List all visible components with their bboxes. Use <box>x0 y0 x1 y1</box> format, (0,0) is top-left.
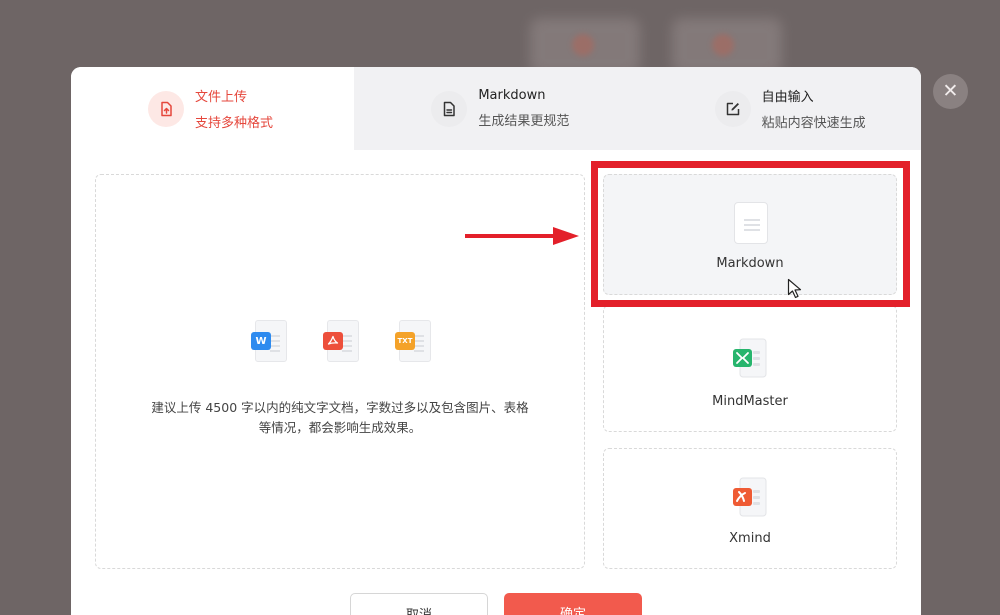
cancel-button[interactable]: 取消 <box>350 593 488 615</box>
tab-bar: 文件上传 支持多种格式 Markdown 生成结果更规范 自由输入 粘贴内容快速… <box>71 67 921 150</box>
format-option-xmind[interactable]: Xmind <box>603 448 897 569</box>
background-icon <box>572 34 594 56</box>
confirm-button[interactable]: 确定 <box>504 593 642 615</box>
tab-free-input[interactable]: 自由输入 粘贴内容快速生成 <box>637 67 921 150</box>
pdf-file-icon <box>319 320 361 364</box>
format-option-mindmaster[interactable]: MindMaster <box>603 305 897 432</box>
xmind-file-icon <box>730 477 770 521</box>
tab-subtitle: 粘贴内容快速生成 <box>761 116 866 131</box>
upload-hint-line: 等情况，都会影响生成效果。 <box>258 420 422 435</box>
tab-subtitle: 支持多种格式 <box>195 116 274 131</box>
format-label: Markdown <box>716 256 784 271</box>
import-dialog: 文件上传 支持多种格式 Markdown 生成结果更规范 自由输入 粘贴内容快速… <box>71 67 921 615</box>
word-file-icon: W <box>247 320 289 364</box>
close-button[interactable]: ✕ <box>933 74 968 109</box>
background-icon <box>712 34 734 56</box>
annotation-arrow-icon <box>465 227 579 245</box>
tab-title: 文件上传 <box>195 90 248 105</box>
format-option-markdown[interactable]: Markdown <box>603 174 897 295</box>
document-icon <box>431 90 468 127</box>
mouse-pointer-icon <box>787 278 802 299</box>
txt-file-icon: TXT <box>391 320 433 364</box>
upload-file-icon <box>148 90 184 127</box>
edit-icon <box>714 90 751 127</box>
mindmaster-file-icon <box>730 338 770 382</box>
markdown-file-icon <box>730 202 770 246</box>
tab-markdown[interactable]: Markdown 生成结果更规范 <box>354 67 638 150</box>
tab-title: Markdown <box>478 88 546 103</box>
format-label: Xmind <box>729 531 771 546</box>
supported-file-types: W TXT <box>96 320 584 364</box>
tab-file-upload[interactable]: 文件上传 支持多种格式 <box>71 67 355 150</box>
upload-hint-line: 建议上传 4500 字以内的纯文字文档，字数过多以及包含图片、表格 <box>151 400 529 415</box>
format-label: MindMaster <box>712 394 788 409</box>
upload-hint: 建议上传 4500 字以内的纯文字文档，字数过多以及包含图片、表格 等情况，都会… <box>126 398 554 438</box>
tab-subtitle: 生成结果更规范 <box>478 114 570 129</box>
close-icon: ✕ <box>942 80 959 102</box>
tab-title: 自由输入 <box>761 90 814 105</box>
